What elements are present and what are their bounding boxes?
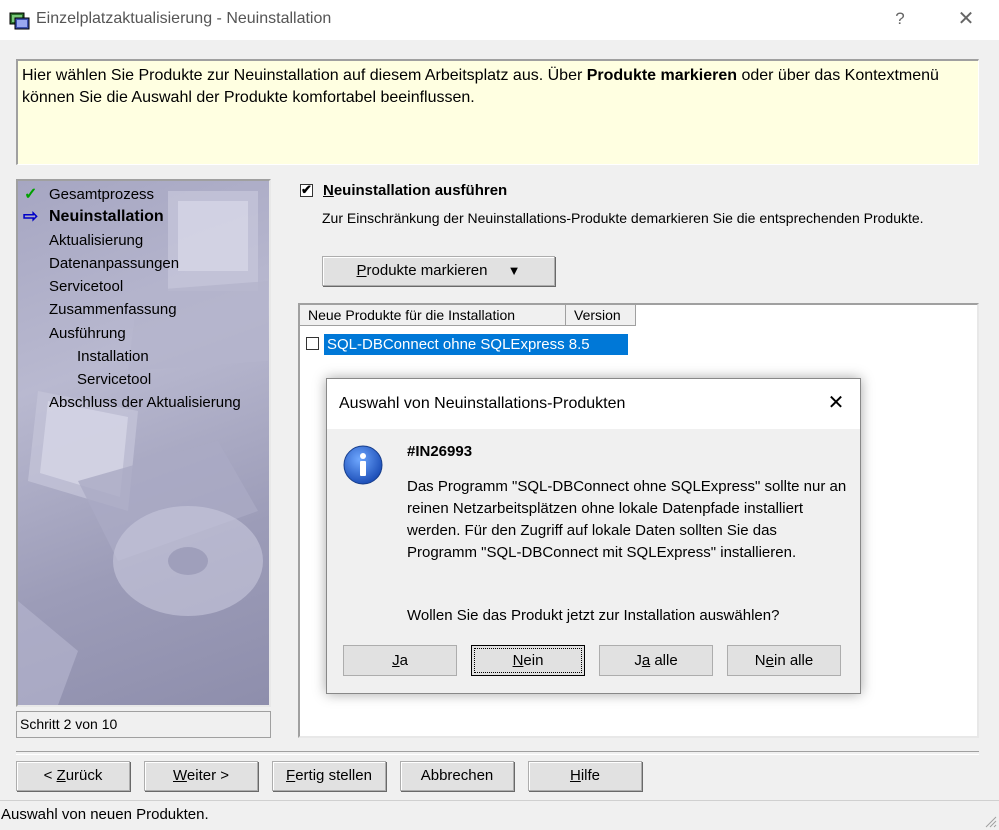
step-abschluss: Abschluss der Aktualisierung (49, 394, 241, 411)
step-neuinstallation: Neuinstallation (49, 208, 164, 225)
status-bar: Auswahl von neuen Produkten. (0, 800, 999, 830)
status-text: Auswahl von neuen Produkten. (1, 806, 209, 823)
product-version: 8.5 (568, 336, 590, 353)
help-button[interactable]: ? (884, 6, 916, 32)
no-button[interactable]: Nein (471, 645, 585, 676)
info-text-1: Hier wählen Sie Produkte zur Neuinstalla… (22, 67, 587, 84)
step-ausfuehrung: Ausführung (49, 325, 126, 342)
message-body: Das Programm "SQL-DBConnect ohne SQLExpr… (407, 478, 847, 561)
checkmark-icon: ✔ (301, 182, 312, 197)
help-footer-button[interactable]: Hilfe (528, 761, 642, 791)
step-counter: Schritt 2 von 10 (16, 711, 271, 738)
info-icon (343, 445, 383, 485)
info-panel: Hier wählen Sie Produkte zur Neuinstalla… (16, 59, 979, 165)
product-row-checkbox[interactable] (306, 337, 319, 350)
column-header-version[interactable]: Version (566, 305, 636, 326)
step-installation: Installation (77, 348, 149, 365)
cancel-button[interactable]: Abbrechen (400, 761, 514, 791)
next-button[interactable]: Weiter > (144, 761, 258, 791)
close-button[interactable]: ✕ (950, 6, 982, 32)
dialog-title: Auswahl von Neuinstallations-Produkten (339, 395, 626, 412)
execute-description: Zur Einschränkung der Neuinstallations-P… (322, 210, 924, 226)
execute-label[interactable]: Neuinstallation ausführen (323, 182, 507, 199)
table-row[interactable]: SQL-DBConnect ohne SQLExpress 8.5 (324, 334, 628, 355)
dialog-close-button[interactable]: ✕ (821, 389, 851, 419)
resize-grip-icon[interactable] (983, 814, 997, 828)
step-servicetool-sub: Servicetool (77, 371, 152, 388)
window-title: Einzelplatzaktualisierung - Neuinstallat… (36, 10, 332, 27)
arrow-right-icon: ⇨ (23, 206, 39, 226)
steps-panel: ✓ Gesamtprozess ⇨ Neuinstallation Aktual… (16, 179, 271, 707)
step-zusammenfassung: Zusammenfassung (49, 301, 177, 318)
dialog-title-bar: Auswahl von Neuinstallations-Produkten ✕ (327, 379, 860, 429)
divider (16, 751, 979, 755)
step-gesamtprozess: Gesamtprozess (49, 186, 155, 203)
app-icon (9, 12, 30, 30)
title-bar: Einzelplatzaktualisierung - Neuinstallat… (0, 0, 999, 40)
message-code: #IN26993 (407, 443, 473, 460)
execute-checkbox[interactable]: ✔ (300, 182, 313, 197)
back-button[interactable]: < Zurück (16, 761, 130, 791)
mark-products-button[interactable]: Produkte markieren ▼ (322, 256, 555, 286)
step-aktualisierung: Aktualisierung (49, 232, 144, 249)
dropdown-arrow-icon: ▼ (507, 263, 521, 278)
finish-button[interactable]: Fertig stellen (272, 761, 386, 791)
product-name: SQL-DBConnect ohne SQLExpress (327, 336, 565, 353)
check-icon: ✓ (24, 186, 38, 203)
confirmation-dialog: Auswahl von Neuinstallations-Produkten ✕… (326, 378, 861, 694)
info-text-bold: Produkte markieren (586, 67, 738, 84)
step-datenanpassungen: Datenanpassungen (49, 255, 180, 272)
no-all-button[interactable]: Nein alle (727, 645, 841, 676)
message-question: Wollen Sie das Produkt jetzt zur Install… (407, 607, 780, 624)
yes-button[interactable]: Ja (343, 645, 457, 676)
column-header-product[interactable]: Neue Produkte für die Installation (300, 305, 566, 326)
yes-all-button[interactable]: Ja alle (599, 645, 713, 676)
step-servicetool: Servicetool (49, 278, 124, 295)
